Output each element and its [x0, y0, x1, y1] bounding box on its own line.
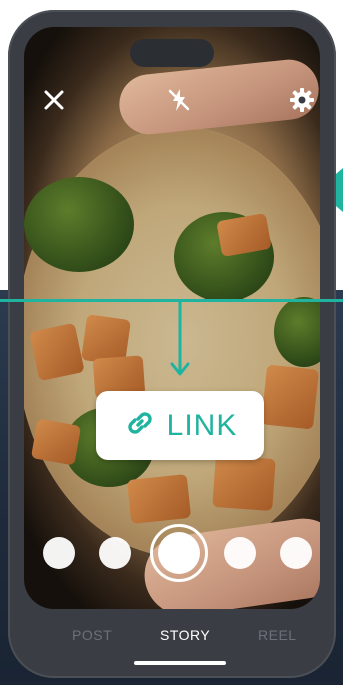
mode-tab-post[interactable]: POST — [72, 627, 112, 643]
close-icon[interactable] — [40, 86, 68, 114]
shutter-inner — [158, 532, 200, 574]
shutter-button[interactable] — [150, 524, 208, 582]
home-indicator — [134, 661, 226, 665]
filter-option[interactable] — [280, 537, 312, 569]
filter-option[interactable] — [99, 537, 131, 569]
tofu-piece — [30, 418, 82, 466]
tofu-piece — [29, 322, 85, 382]
tofu-piece — [261, 364, 319, 430]
link-icon — [123, 406, 157, 445]
mode-tab-story[interactable]: STORY — [160, 627, 210, 643]
guide-arrow — [170, 300, 190, 376]
flash-off-icon[interactable] — [165, 86, 193, 114]
gear-icon[interactable] — [288, 86, 316, 114]
broccoli — [24, 177, 134, 272]
tofu-piece — [212, 454, 276, 512]
link-sticker[interactable]: LINK — [96, 391, 264, 460]
mode-tab-reel[interactable]: REEL — [258, 627, 297, 643]
filter-option[interactable] — [43, 537, 75, 569]
link-label: LINK — [166, 408, 238, 442]
tofu-piece — [126, 473, 192, 525]
dynamic-island — [130, 39, 214, 67]
filter-option[interactable] — [224, 537, 256, 569]
